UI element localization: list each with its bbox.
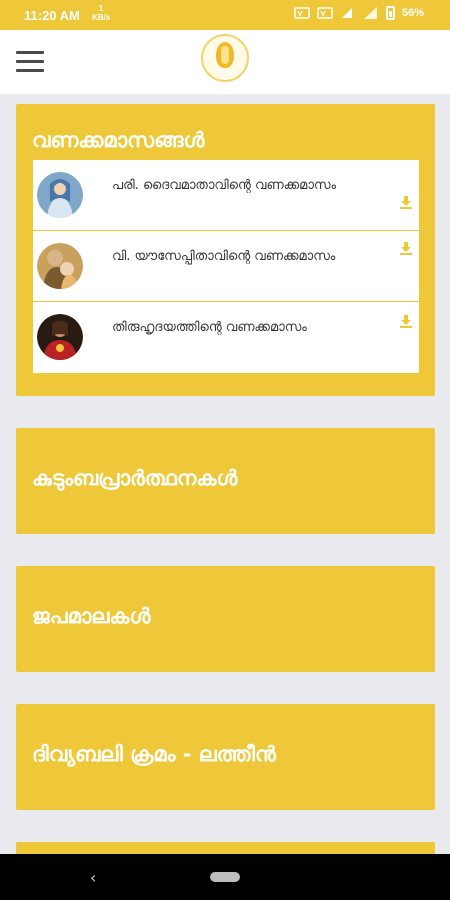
app-bar xyxy=(0,30,450,94)
network-speed-unit: KB/s xyxy=(92,13,111,22)
download-icon[interactable] xyxy=(399,314,413,328)
list-item[interactable]: തിരുഹൃദയത്തിന്റെ വണക്കമാസം xyxy=(33,302,419,373)
mary-avatar xyxy=(37,172,83,218)
lte-4g-icon xyxy=(341,8,352,18)
list-item-label: പരി. ദൈവമാതാവിന്റെ വണക്കമാസം xyxy=(112,178,337,193)
kudumba-prarthanakal-card[interactable]: കുടുംബപ്രാർത്ഥനകൾ xyxy=(16,428,435,534)
divyabali-kramam-title: ദിവ്യബലി ക്രമം - ലത്തീൻ xyxy=(32,742,276,766)
japamalakal-title: ജപമാലകൾ xyxy=(32,604,151,628)
status-time: 11:20 AM xyxy=(24,8,80,23)
vanakkamasam-list: പരി. ദൈവമാതാവിന്റെ വണക്കമാസം വി. യൗസേപ്പ… xyxy=(33,160,419,373)
network-speed: 1 KB/s xyxy=(92,4,110,22)
status-bar: 11:20 AM 1 KB/s 56% xyxy=(0,0,450,30)
download-icon[interactable] xyxy=(399,195,413,209)
list-item-label: തിരുഹൃദയത്തിന്റെ വണക്കമാസം xyxy=(112,320,307,335)
list-item[interactable]: വി. യൗസേപ്പിതാവിന്റെ വണക്കമാസം xyxy=(33,231,419,302)
signal-icon xyxy=(363,7,377,19)
system-nav-bar: ‹ xyxy=(0,854,450,900)
vanakkamasangal-title: വണക്കമാസങ്ങൾ xyxy=(32,128,205,152)
sacred-heart-avatar xyxy=(37,314,83,360)
home-pill-icon[interactable] xyxy=(210,872,240,882)
praying-hands-logo xyxy=(201,34,249,82)
volte-icon xyxy=(294,7,310,19)
battery-icon xyxy=(385,6,395,20)
back-chevron-icon[interactable]: ‹ xyxy=(90,868,96,887)
network-speed-value: 1 xyxy=(98,4,104,13)
volte-icon xyxy=(317,7,333,19)
joseph-avatar xyxy=(37,243,83,289)
list-item-label: വി. യൗസേപ്പിതാവിന്റെ വണക്കമാസം xyxy=(112,249,336,264)
battery-percent: 56% xyxy=(401,7,424,19)
status-icons: 56% xyxy=(294,6,424,20)
divyabali-kramam-card[interactable]: ദിവ്യബലി ക്രമം - ലത്തീൻ xyxy=(16,704,435,810)
vanakkamasangal-card: വണക്കമാസങ്ങൾ പരി. ദൈവമാതാവിന്റെ വണക്കമാസ… xyxy=(16,104,435,396)
download-icon[interactable] xyxy=(399,241,413,255)
japamalakal-card[interactable]: ജപമാലകൾ xyxy=(16,566,435,672)
list-item[interactable]: പരി. ദൈവമാതാവിന്റെ വണക്കമാസം xyxy=(33,160,419,231)
hamburger-menu-icon[interactable] xyxy=(16,51,44,73)
kudumba-prarthanakal-title: കുടുംബപ്രാർത്ഥനകൾ xyxy=(32,466,238,490)
